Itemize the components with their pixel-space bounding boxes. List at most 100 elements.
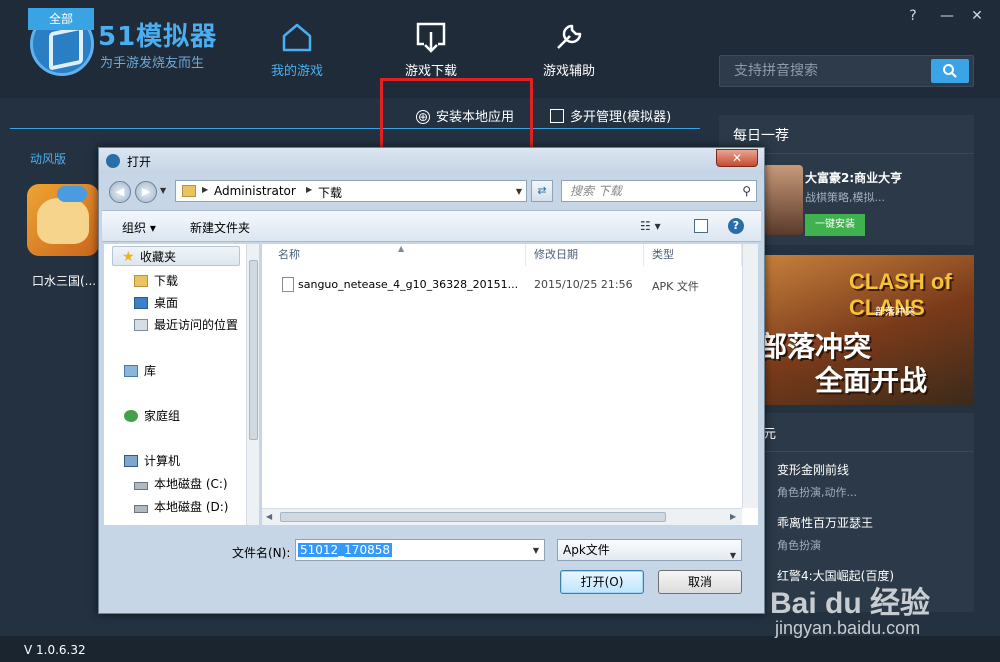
scroll-right-icon[interactable]: ▶ [730,512,736,521]
forward-button[interactable]: ▶ [135,181,157,203]
tree-label: 最近访问的位置 [154,318,239,332]
banner-headline-2: 全面开战 [815,364,928,397]
tree-item-desktop[interactable]: 桌面 [134,294,178,311]
tree-label: 收藏夹 [140,250,177,264]
daily-game-thumbnail[interactable] [763,165,803,235]
tab-all[interactable]: 全部 [28,8,94,30]
search-icon[interactable]: ⚲ [742,184,751,198]
desktop-icon [134,297,148,309]
table-row[interactable]: sanguo_netease_4_g10_36328_20151... 2015… [262,274,742,296]
daily-title: 每日一荐 [733,128,789,144]
preview-pane-icon[interactable] [694,219,708,233]
organize-menu[interactable]: 组织 ▾ [122,219,156,236]
tree-item-libraries[interactable]: 库 [124,362,156,379]
tree-label: 本地磁盘 (C:) [154,477,228,491]
tree-item-homegroup[interactable]: 家庭组 [124,407,180,424]
dialog-search-input[interactable] [562,181,732,201]
nav-label: 游戏下载 [404,64,457,79]
file-list-horizontal-scrollbar[interactable]: ◀ ▶ [262,508,742,525]
column-header-name[interactable]: 名称 ▲ [262,244,526,266]
download-icon [416,22,446,53]
help-button[interactable]: ? [903,8,923,24]
file-list-vertical-scrollbar[interactable] [742,244,758,508]
file-list: 名称 ▲ 修改日期 类型 sanguo_netease_4_g10_36328_2… [262,244,758,525]
rank-name: 乖离性百万亚瑟王 [777,516,874,530]
back-button[interactable]: ◀ [109,181,131,203]
nav-pane-scrollbar[interactable] [246,244,259,525]
search-button[interactable] [931,59,969,83]
nav-game-download[interactable]: 游戏下载 [386,20,476,79]
dialog-close-button[interactable]: ✕ [716,149,758,167]
tree-label: 库 [144,364,157,378]
nav-game-tools[interactable]: 游戏辅助 [524,20,614,79]
tree-label: 本地磁盘 (D:) [154,500,229,514]
tree-item-drive-d[interactable]: 本地磁盘 (D:) [134,498,228,515]
scrollbar-thumb[interactable] [280,512,666,522]
tree-item-recent-places[interactable]: 最近访问的位置 [134,316,238,333]
file-type-select[interactable]: Apk文件 ▼ [557,539,742,561]
game-icon[interactable] [27,184,99,256]
dialog-titlebar[interactable]: 打开 ✕ [99,148,764,174]
wrench-icon [557,24,582,49]
tree-label: 家庭组 [144,409,181,423]
tab-underline [10,128,700,129]
scrollbar-thumb[interactable] [249,260,258,440]
recent-locations-chevron-icon[interactable]: ▼ [160,186,166,195]
app-icon [106,154,120,168]
list-item[interactable]: 乖离性百万亚瑟王 角色扮演 [777,514,873,553]
chevron-down-icon[interactable]: ▼ [516,187,522,196]
tree-label: 下载 [154,274,179,288]
scroll-left-icon[interactable]: ◀ [266,512,272,521]
drive-icon [134,482,148,490]
file-type-value: Apk文件 [563,543,610,557]
close-button[interactable]: ✕ [967,8,987,24]
star-icon: ★ [122,249,135,265]
annotation-highlight-box [380,78,533,153]
one-click-install-button[interactable]: 一键安装 [805,214,865,236]
file-icon [282,277,294,292]
nav-label: 游戏辅助 [542,64,595,79]
status-bar: V 1.0.6.32 [0,636,1000,662]
dialog-title: 打开 [127,155,152,169]
command-bar: 组织 ▾ 新建文件夹 ☷ ▾ ? [102,210,761,242]
rank-sub: 角色扮演,动作... [777,486,857,499]
address-bar[interactable]: ▶ Administrator ▶ 下载 ▼ [175,180,527,202]
new-folder-button[interactable]: 新建文件夹 [190,219,250,236]
cancel-button[interactable]: 取消 [658,570,742,594]
file-date: 2015/10/25 21:56 [534,278,633,291]
chevron-down-icon[interactable]: ▼ [533,546,539,555]
navigation-pane: ★ 收藏夹 下载 桌面 最近访问的位置 库 家庭组 计算机 本地磁盘 (C:) 本… [104,244,259,525]
minimize-button[interactable]: — [937,8,957,24]
tree-item-drive-c[interactable]: 本地磁盘 (C:) [134,475,228,492]
tree-item-computer[interactable]: 计算机 [124,452,180,469]
rank-name: 变形金刚前线 [777,463,850,477]
multi-open-button[interactable]: 多开管理(模拟器) [550,106,671,125]
folder-icon [182,185,196,197]
tree-item-favorites[interactable]: ★ 收藏夹 [122,248,176,265]
section-label: 动风版 [30,152,67,166]
nav-my-games[interactable]: 我的游戏 [252,20,342,79]
refresh-button[interactable]: ⇄ [531,180,553,202]
chevron-right-icon: ▶ [202,185,209,194]
help-icon[interactable]: ? [728,218,744,234]
game-name: 口水三国(... [32,274,97,288]
logo-slogan: 为手游发烧友而生 [100,56,205,71]
open-button[interactable]: 打开(O) [560,570,644,594]
column-header-date[interactable]: 修改日期 [526,244,644,266]
list-item[interactable]: 变形金刚前线 角色扮演,动作... [777,461,857,500]
filename-value: 51012_170858 [298,543,392,557]
daily-game-name[interactable]: 大富豪2:商业大亨 [805,169,902,186]
search-input[interactable] [720,56,930,86]
chevron-down-icon: ▼ [729,551,736,560]
chevron-right-icon: ▶ [306,185,313,194]
tree-label: 计算机 [144,454,181,468]
tree-item-downloads[interactable]: 下载 [134,272,178,289]
sort-ascending-icon: ▲ [398,244,405,253]
folder-icon [134,275,148,287]
breadcrumb-segment[interactable]: Administrator [214,184,296,198]
breadcrumb-segment[interactable]: 下载 [318,184,342,201]
column-header-type[interactable]: 类型 [644,244,742,266]
watermark-url: jingyan.baidu.com [775,618,921,638]
view-options-button[interactable]: ☷ ▾ [640,219,661,233]
filename-input[interactable]: 51012_170858 ▼ [295,539,545,561]
